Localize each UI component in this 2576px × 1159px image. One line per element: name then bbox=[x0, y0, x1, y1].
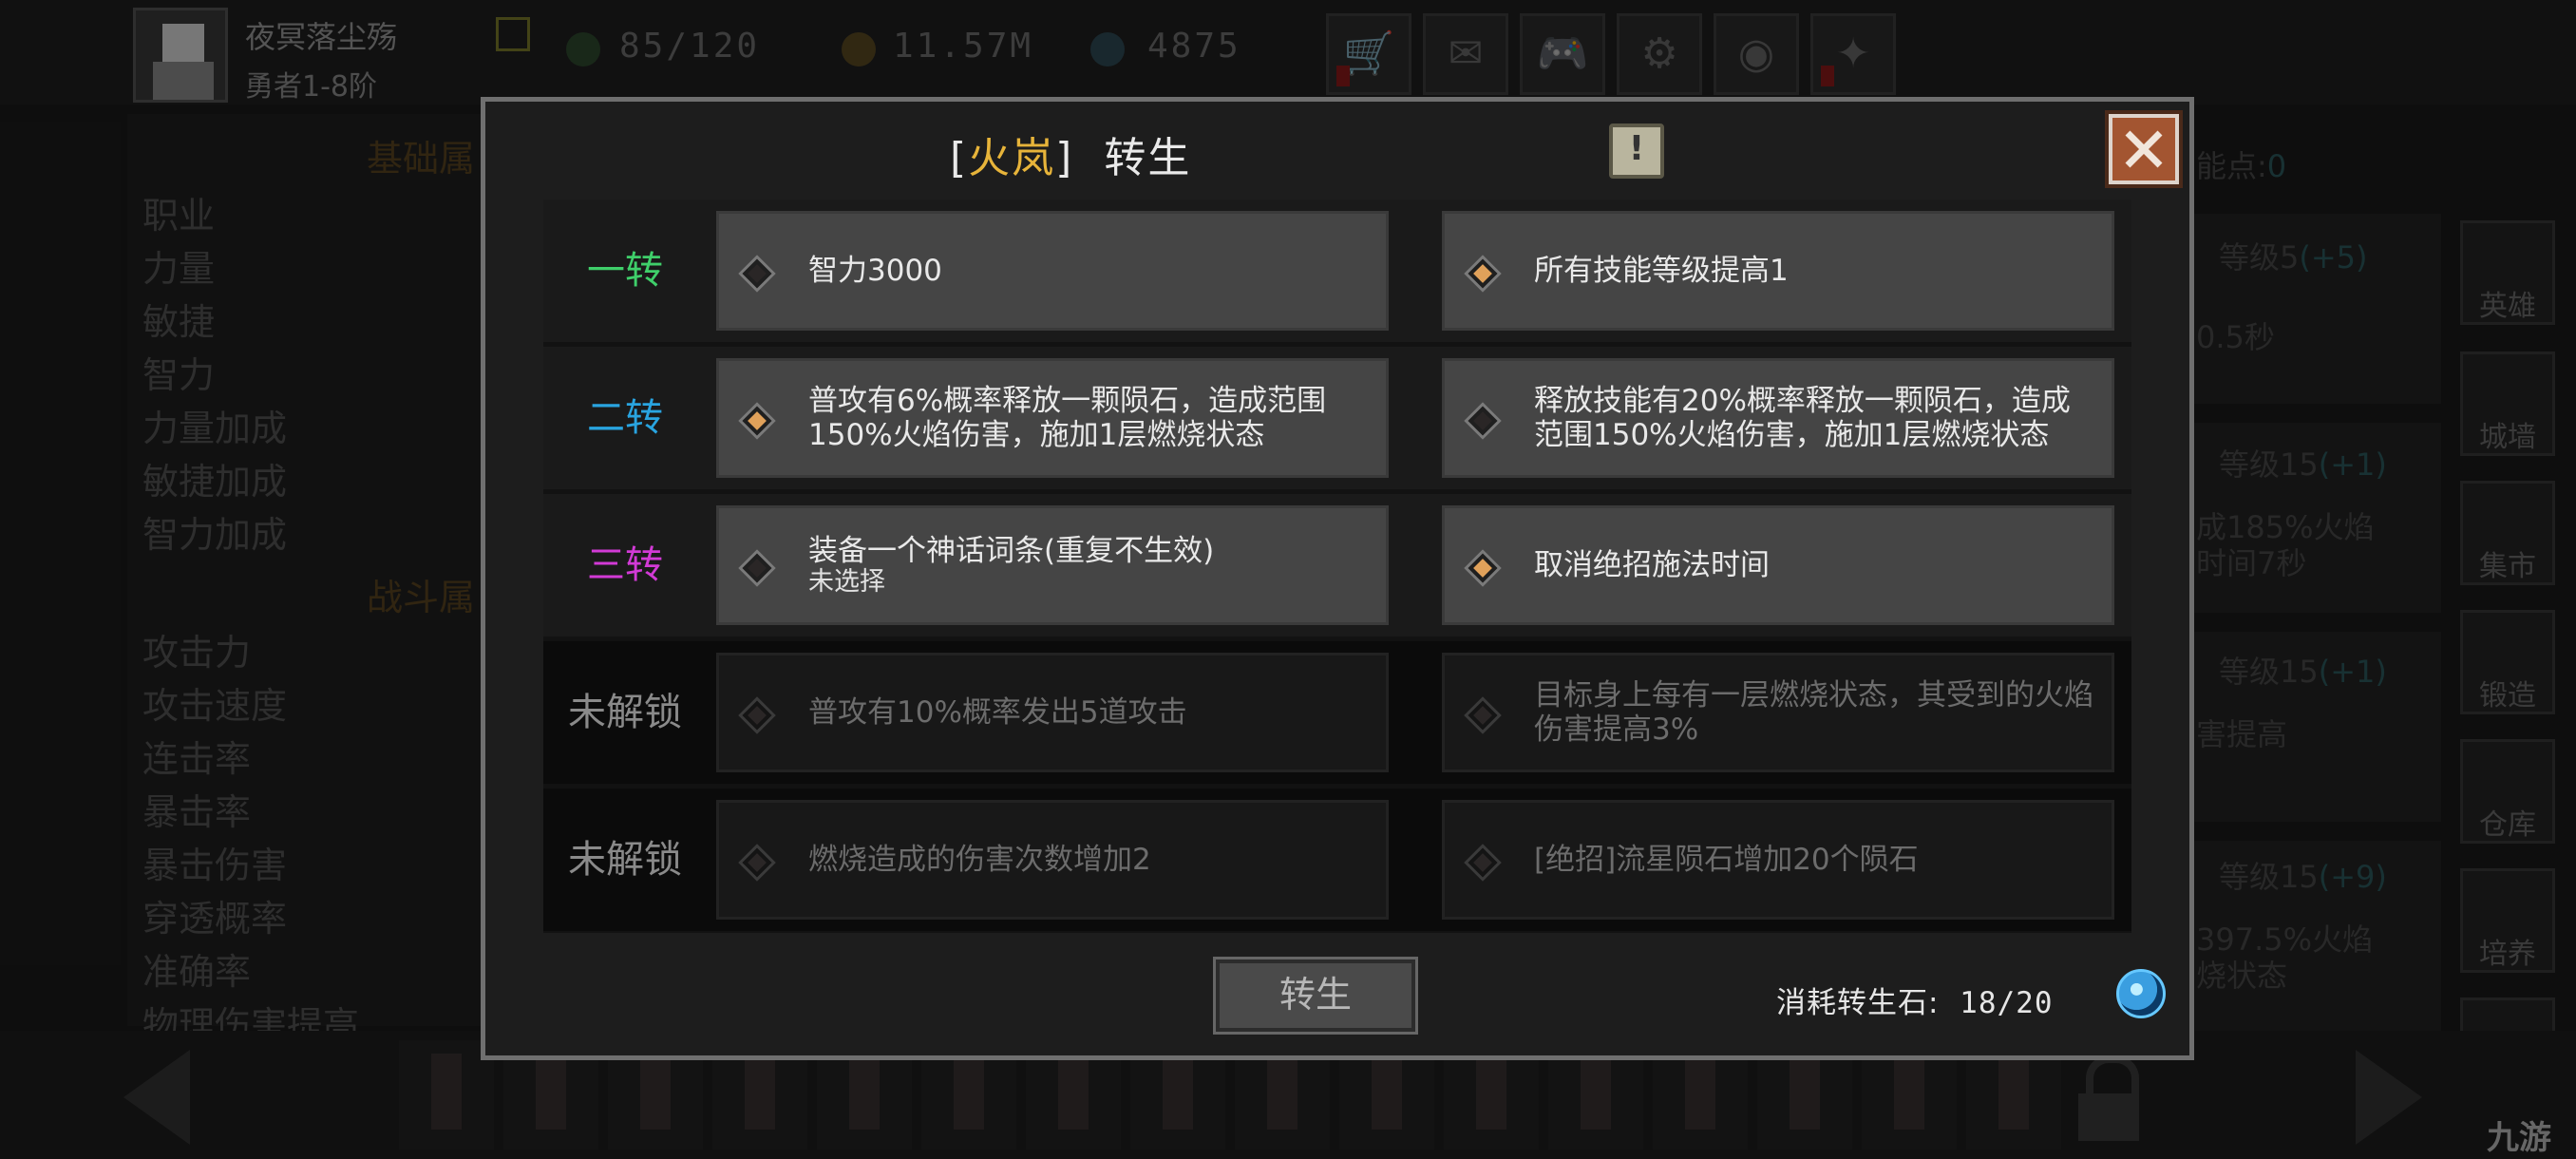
rebirth-option: [绝招]流星陨石增加20个陨石 bbox=[1442, 800, 2114, 920]
rebirth-row-5: 未解锁 燃烧造成的伤害次数增加2 [绝招]流星陨石增加20个陨石 bbox=[543, 788, 2131, 931]
option-text: 取消绝招施法时间 bbox=[1534, 548, 1770, 582]
option-text: 释放技能有20%概率释放一颗陨石，造成范围150%火焰伤害，施加1层燃烧状态 bbox=[1534, 384, 2071, 452]
option-text: 装备一个神话词条(重复不生效) 未选择 bbox=[808, 508, 1373, 622]
rebirth-option[interactable]: 装备一个神话词条(重复不生效) 未选择 bbox=[716, 505, 1389, 625]
rebirth-button[interactable]: 转生 bbox=[1216, 960, 1415, 1032]
rebirth-option: 燃烧造成的伤害次数增加2 bbox=[716, 800, 1389, 920]
diamond-icon bbox=[1464, 255, 1502, 293]
option-text: [绝招]流星陨石增加20个陨石 bbox=[1534, 843, 1919, 877]
rebirth-cost: 消耗转生石: 18/20 bbox=[1776, 986, 2054, 1020]
rebirth-row-4: 未解锁 普攻有10%概率发出5道攻击 目标身上每有一层燃烧状态，其受到的火焰伤害… bbox=[543, 641, 2131, 784]
dialog-title: [火岚] 转生 bbox=[950, 134, 1192, 182]
rebirth-option: 目标身上每有一层燃烧状态，其受到的火焰伤害提高3% bbox=[1442, 653, 2114, 772]
option-text: 燃烧造成的伤害次数增加2 bbox=[808, 843, 1151, 877]
row-label: 一转 bbox=[587, 249, 663, 293]
rebirth-row-1: 一转 智力3000 所有技能等级提高1 bbox=[543, 200, 2131, 342]
option-subtext: 未选择 bbox=[808, 567, 885, 597]
diamond-icon bbox=[1464, 402, 1502, 440]
diamond-icon bbox=[738, 549, 776, 587]
info-button[interactable]: ! bbox=[1609, 124, 1664, 179]
diamond-icon bbox=[1464, 696, 1502, 734]
rebirth-row-3: 三转 装备一个神话词条(重复不生效) 未选择 取消绝招施法时间 bbox=[543, 494, 2131, 636]
row-label: 未解锁 bbox=[568, 691, 682, 734]
rebirth-stone-icon bbox=[2116, 969, 2166, 1018]
option-text: 智力3000 bbox=[808, 254, 942, 288]
close-icon bbox=[2125, 130, 2163, 168]
diamond-icon bbox=[738, 696, 776, 734]
diamond-icon bbox=[738, 844, 776, 882]
rebirth-option[interactable]: 智力3000 bbox=[716, 211, 1389, 331]
rebirth-row-2: 二转 普攻有6%概率释放一颗陨石，造成范围150%火焰伤害，施加1层燃烧状态 释… bbox=[543, 347, 2131, 489]
option-text: 所有技能等级提高1 bbox=[1534, 254, 1789, 288]
diamond-icon bbox=[1464, 844, 1502, 882]
diamond-icon bbox=[1464, 549, 1502, 587]
diamond-icon bbox=[738, 255, 776, 293]
row-label: 未解锁 bbox=[568, 838, 682, 882]
option-text: 普攻有10%概率发出5道攻击 bbox=[808, 695, 1187, 730]
row-label: 三转 bbox=[587, 543, 663, 587]
rebirth-option[interactable]: 普攻有6%概率释放一颗陨石，造成范围150%火焰伤害，施加1层燃烧状态 bbox=[716, 358, 1389, 478]
close-button[interactable] bbox=[2109, 114, 2179, 184]
rebirth-option[interactable]: 释放技能有20%概率释放一颗陨石，造成范围150%火焰伤害，施加1层燃烧状态 bbox=[1442, 358, 2114, 478]
rebirth-option[interactable]: 取消绝招施法时间 bbox=[1442, 505, 2114, 625]
option-text: 目标身上每有一层燃烧状态，其受到的火焰伤害提高3% bbox=[1534, 678, 2093, 747]
rebirth-option: 普攻有10%概率发出5道攻击 bbox=[716, 653, 1389, 772]
info-icon: ! bbox=[1628, 129, 1645, 168]
option-text: 普攻有6%概率释放一颗陨石，造成范围150%火焰伤害，施加1层燃烧状态 bbox=[808, 384, 1327, 452]
row-label: 二转 bbox=[587, 396, 663, 440]
rebirth-option[interactable]: 所有技能等级提高1 bbox=[1442, 211, 2114, 331]
diamond-icon bbox=[738, 402, 776, 440]
